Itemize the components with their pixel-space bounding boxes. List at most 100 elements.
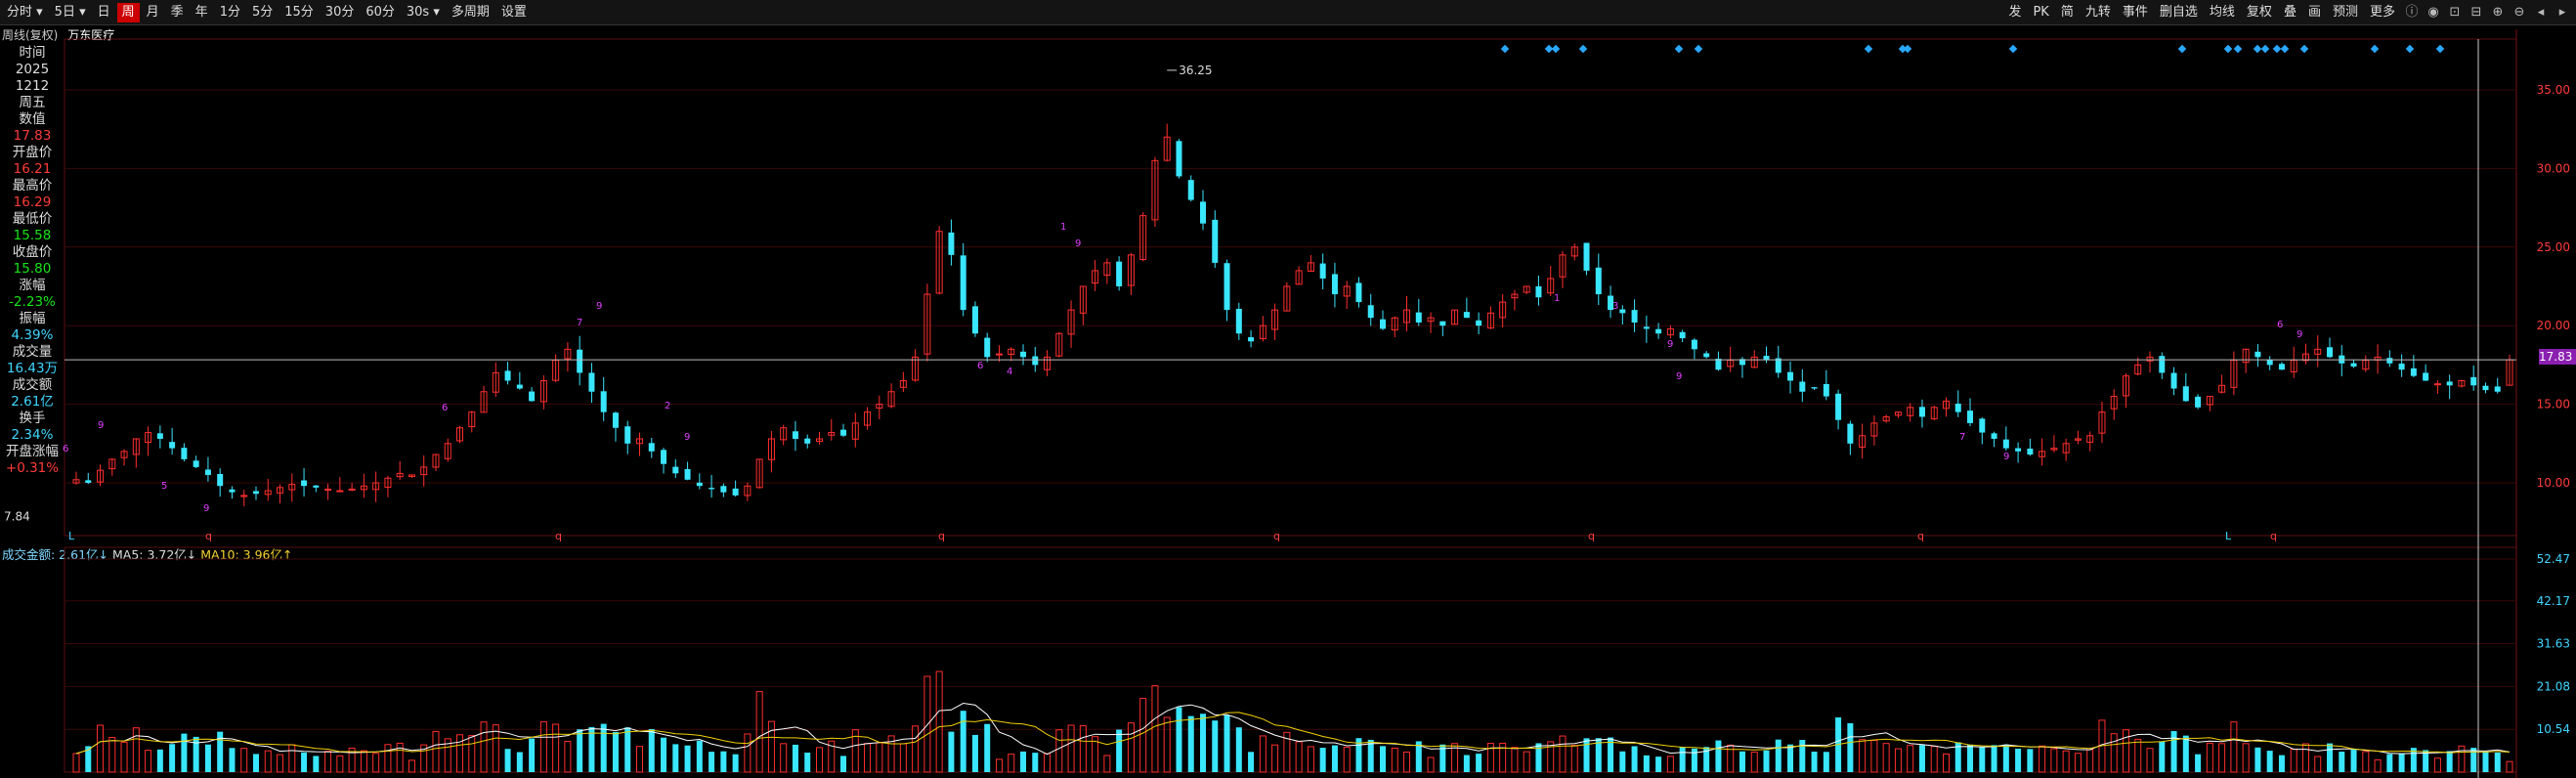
td-count-digit: 7 [1959, 432, 1965, 443]
volume-bar [2362, 751, 2370, 773]
volume-bar [792, 744, 798, 772]
signal-marker: q [2270, 530, 2277, 542]
volume-bar [2301, 743, 2309, 773]
candle-body [229, 489, 236, 493]
candle-body [2433, 383, 2441, 386]
kline-chart[interactable]: 35.00 30.00 25.00 20.00 15.00 10.00 52.47 42.17… [0, 0, 2576, 778]
volume-bar [1200, 713, 1207, 772]
event-marker [2260, 44, 2270, 54]
candle-body [2494, 386, 2501, 392]
volume-bar [971, 734, 978, 772]
volume-bar [1763, 750, 1770, 772]
candle-body [2002, 439, 2009, 449]
volume-bar [2134, 738, 2142, 773]
candle-body [1200, 201, 1207, 224]
volume-bar [564, 741, 572, 773]
volume-bar [2446, 751, 2453, 772]
volume-bar [1787, 744, 1794, 772]
candle-body [2423, 372, 2429, 381]
candle-body [1224, 263, 1230, 311]
candle-body [2027, 448, 2034, 455]
volume-bar [72, 753, 80, 773]
volume-bar [755, 691, 763, 773]
volume-bar [1655, 756, 1662, 772]
td-count-digit: 9 [1667, 339, 1673, 350]
candle-body [1967, 411, 1974, 423]
volume-bar [1979, 747, 1986, 772]
volume-bar [840, 756, 847, 772]
candle-body [181, 448, 188, 459]
volume-bar [1055, 729, 1063, 773]
volume-bar [1032, 753, 1039, 772]
volume-bar [1367, 739, 1374, 772]
candle-body [516, 384, 523, 389]
candle-body [1775, 358, 1782, 373]
volume-tick-label: 52.47 [2537, 552, 2570, 566]
volume-bar [720, 751, 727, 772]
volume-bar [2278, 755, 2285, 772]
signal-marker: q [1588, 530, 1595, 542]
candle-body [1355, 282, 1362, 303]
candle-body [1847, 423, 1854, 444]
td-count-digit: 9 [1676, 371, 1682, 382]
volume-bar [2050, 748, 2058, 773]
candle-body [2386, 358, 2393, 364]
volume-bar [2015, 749, 2022, 772]
volume-bar [2290, 748, 2297, 773]
candle-body [252, 491, 259, 495]
volume-bar [2242, 743, 2250, 773]
volume-bar [2398, 753, 2405, 772]
price-tick-label: 20.00 [2537, 319, 2570, 332]
volume-bar [588, 726, 595, 772]
signal-marker: q [555, 530, 562, 542]
volume-bar [1116, 729, 1123, 772]
candle-body [624, 426, 631, 444]
volume-bar [336, 755, 344, 773]
event-marker [2299, 44, 2309, 54]
volume-bar [264, 750, 272, 773]
event-marker [2177, 44, 2187, 54]
candle-body [577, 349, 583, 373]
candle-body [2278, 364, 2285, 370]
candle-body [960, 255, 966, 311]
volume-bar [181, 733, 188, 772]
candle-body [2015, 448, 2022, 452]
event-marker [2405, 44, 2415, 54]
signal-marker: q [938, 530, 945, 542]
td-count-digit: 6 [442, 403, 448, 413]
volume-bar [2195, 754, 2202, 772]
volume-bar [708, 752, 715, 772]
candle-body [648, 443, 655, 452]
candle-body [612, 412, 619, 428]
volume-bar [672, 744, 679, 772]
volume-bar [2122, 729, 2129, 773]
volume-bar [864, 743, 872, 773]
candle-body [1595, 267, 1602, 295]
volume-bar [984, 723, 991, 772]
candle-body [1811, 387, 1818, 389]
candle-body [588, 372, 595, 392]
td-count-digit: 9 [203, 503, 209, 514]
volume-bar [456, 734, 464, 773]
candle-body [684, 468, 691, 480]
candle-body [995, 353, 1003, 356]
volume-bar [1187, 715, 1194, 772]
volume-bar [1427, 756, 1435, 773]
volume-bar [1859, 739, 1867, 773]
volume-bar [2470, 748, 2477, 772]
volume-bar [1967, 744, 1974, 772]
price-tick-label: 35.00 [2537, 83, 2570, 97]
volume-bar [2002, 744, 2009, 772]
volume-bar [1619, 751, 1626, 772]
volume-bar [1942, 754, 1950, 773]
volume-bar [1271, 744, 1279, 773]
candle-body [1703, 353, 1710, 358]
volume-bar [1570, 745, 1578, 773]
volume-bar [1319, 748, 1326, 772]
volume-bar [240, 748, 248, 773]
event-marker [1551, 44, 1561, 54]
td-count-digit: 9 [684, 432, 690, 443]
volume-bar [108, 737, 116, 773]
td-count-digit: 6 [977, 361, 983, 371]
volume-bar [876, 742, 883, 773]
